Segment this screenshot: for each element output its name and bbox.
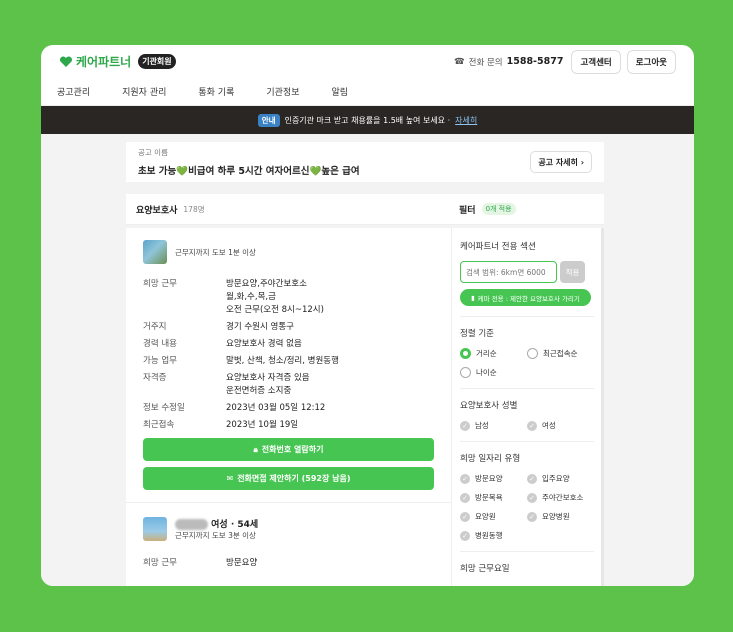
filter-title: 필터 [459, 205, 476, 216]
caregiver-card: 여성 · 54세 근무지까지 도보 3분 이상 희망 근무 방문요양 [126, 502, 451, 570]
filter-count-badge: 0개 적용 [481, 203, 516, 215]
sort-title: 정렬 기준 [460, 329, 494, 339]
job-option[interactable]: ✓ 병원동행 [460, 530, 527, 541]
caregiver-list: 근무지까지 도보 1분 이상 희망 근무 방문요양,주야간보호소 월,화,수,목,금… [126, 228, 451, 586]
check-icon: ✓ [460, 420, 470, 431]
work-day-title: 희망 근무요일 [460, 564, 510, 574]
info-row: 가능 업무 말벗, 산책, 청소/정리, 병원동행 [143, 356, 339, 366]
propose-interview-button[interactable]: ✉ 전화면접 제안하기 (592장 남음) [143, 467, 434, 490]
phone-icon: ☎ [454, 56, 465, 67]
gender-option-male[interactable]: ✓ 남성 [460, 420, 527, 431]
ad-title: 초보 가능💚비급여 하루 5시간 여자어르신💚높은 급여 [138, 166, 360, 177]
job-option[interactable]: ✓ 요양원 [460, 511, 527, 522]
menu-item-org-info[interactable]: 기관정보 [266, 85, 299, 98]
info-row: 자격증 요양보호사 자격증 있음 운전면허증 소지중 [143, 373, 310, 396]
check-icon: ✓ [527, 473, 537, 484]
info-row: 정보 수정일 2023년 03월 05일 12:12 [143, 403, 326, 413]
notice-link[interactable]: 자세히 [455, 115, 477, 126]
job-type-title: 희망 일자리 유형 [460, 454, 521, 464]
heart-logo-icon [59, 55, 73, 67]
radio-icon [460, 348, 471, 359]
trash-icon: ▮ [471, 293, 475, 302]
distance-search-input[interactable] [460, 261, 557, 283]
notice-tag: 안내 [257, 113, 280, 127]
app-window: 케어파트너 기관회원 ☎ 전화 문의 1588-5877 고객센터 로그아웃 공… [41, 45, 694, 586]
job-ad-header: 공고 이름 초보 가능💚비급여 하루 5시간 여자어르신💚높은 급여 공고 자세… [126, 142, 604, 182]
distance-text: 근무지까지 도보 1분 이상 [175, 247, 256, 257]
list-title: 요양보호사 [136, 205, 178, 216]
menu-item-calls[interactable]: 통화 기록 [198, 85, 234, 98]
exclusive-section-title: 케어파트너 전용 섹션 [460, 242, 536, 252]
menu-item-notifications[interactable]: 알림 [332, 85, 349, 98]
info-row: 경력 내용 요양보호사 경력 없음 [143, 339, 302, 349]
hide-proposed-toggle[interactable]: ▮ 케마 전용 : 제안한 요양보호사 가리기 [460, 289, 591, 306]
check-icon: ✓ [527, 492, 537, 503]
job-option[interactable]: ✓ 방문목욕 [460, 492, 527, 503]
notice-text: 인증기관 마크 받고 채용률을 1.5배 높여 보세요 · [284, 115, 451, 125]
sort-option-distance[interactable]: 거리순 [460, 348, 527, 359]
gender-age: 여성 · 54세 [211, 520, 259, 530]
check-icon: ✓ [527, 511, 537, 522]
radio-icon [460, 367, 471, 378]
avatar [143, 240, 167, 264]
menu-item-applicants[interactable]: 지원자 관리 [122, 85, 166, 98]
ad-detail-button[interactable]: 공고 자세히 › [530, 151, 592, 173]
main-menu: 공고관리 지원자 관리 통화 기록 기관정보 알림 [41, 78, 694, 106]
logout-button[interactable]: 로그아웃 [626, 49, 676, 74]
chevron-right-icon: › [577, 157, 584, 167]
job-option[interactable]: ✓ 입주요양 [527, 473, 594, 484]
top-bar: 케어파트너 기관회원 ☎ 전화 문의 1588-5877 고객센터 로그아웃 [41, 45, 694, 78]
sort-option-age[interactable]: 나이순 [460, 367, 527, 378]
check-icon: ✓ [460, 492, 470, 503]
member-badge: 기관회원 [138, 54, 176, 69]
gender-title: 요양보호사 성별 [460, 401, 518, 411]
job-option[interactable]: ✓ 요양병원 [527, 511, 594, 522]
check-icon: ✓ [527, 420, 537, 431]
filter-panel: 케어파트너 전용 섹션 적용 ▮ 케마 전용 : 제안한 요양보호사 가리기 정… [451, 228, 604, 586]
scrollbar[interactable] [601, 228, 604, 586]
logo[interactable]: 케어파트너 기관회원 [59, 53, 176, 70]
job-option[interactable]: ✓ 주야간보호소 [527, 492, 594, 503]
info-row: 최근접속 2023년 10월 19일 [143, 420, 299, 430]
job-option[interactable]: ✓ 방문요양 [460, 473, 527, 484]
check-icon: ✓ [460, 473, 470, 484]
info-row: 희망 근무 방문요양,주야간보호소 월,화,수,목,금 오전 근무(오전 8시~12시… [143, 279, 324, 315]
distance-text: 근무지까지 도보 3분 이상 [175, 531, 256, 540]
phone-contact: ☎ 전화 문의 1588-5877 [454, 56, 564, 68]
lock-icon: 🔒︎ [253, 444, 258, 454]
support-button[interactable]: 고객센터 [571, 49, 621, 74]
notice-banner: 안내 인증기관 마크 받고 채용률을 1.5배 높여 보세요 · 자세히 [41, 106, 694, 134]
mail-icon: ✉ [226, 474, 234, 483]
avatar [143, 517, 167, 541]
menu-item-jobs[interactable]: 공고관리 [57, 85, 90, 98]
apply-button[interactable]: 적용 [560, 261, 585, 283]
hidden-name [175, 519, 208, 530]
check-icon: ✓ [460, 530, 470, 541]
sort-option-recent[interactable]: 최근접속순 [527, 348, 594, 359]
ad-name-label: 공고 이름 [138, 148, 168, 157]
check-icon: ✓ [460, 511, 470, 522]
view-phone-button[interactable]: 🔒︎ 전화번호 열람하기 [143, 438, 434, 461]
brand-name: 케어파트너 [76, 55, 132, 69]
list-count: 178명 [183, 204, 205, 214]
gender-option-female[interactable]: ✓ 여성 [527, 420, 594, 431]
radio-icon [527, 348, 538, 359]
list-header: 요양보호사 178명 필터 0개 적용 [126, 194, 604, 225]
info-row: 희망 근무 방문요양 [143, 558, 258, 568]
caregiver-card: 근무지까지 도보 1분 이상 희망 근무 방문요양,주야간보호소 월,화,수,목,금… [126, 228, 451, 490]
info-row: 거주지 경기 수원시 영통구 [143, 322, 294, 332]
